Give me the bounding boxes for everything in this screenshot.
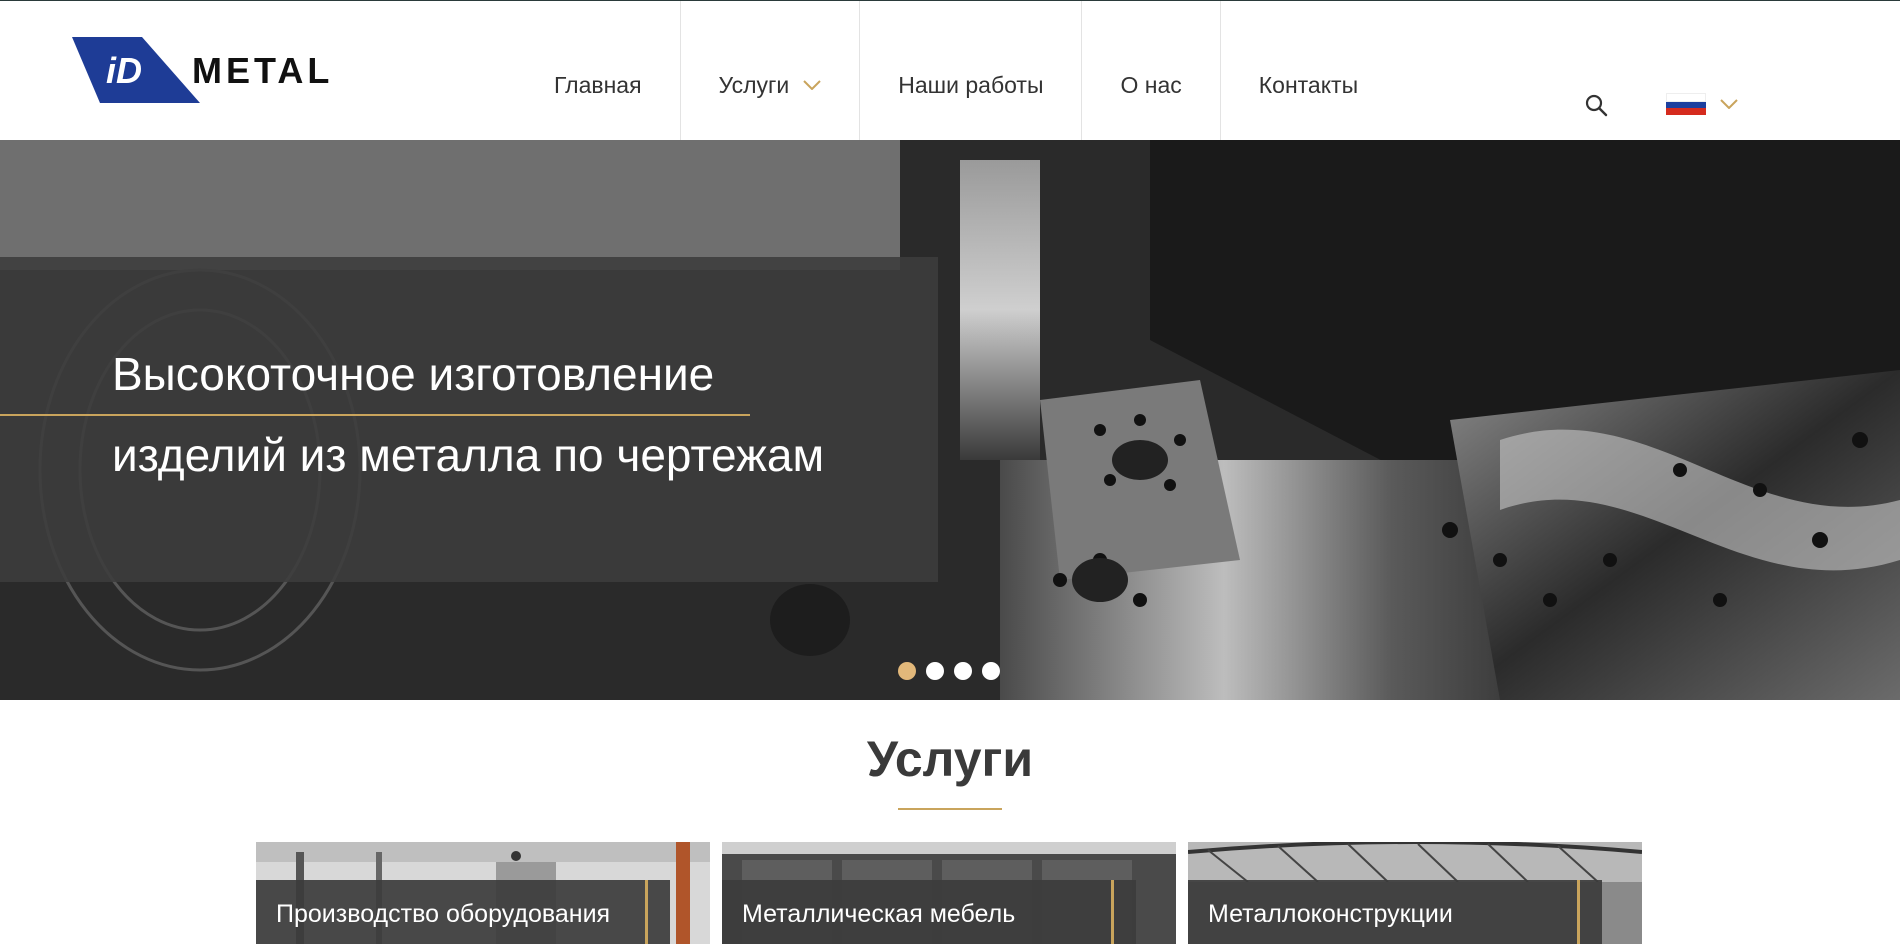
slider-dot-2[interactable] bbox=[926, 662, 944, 680]
services-cards: Производство оборудования Металлическая … bbox=[256, 842, 1642, 944]
nav-item-label: Услуги bbox=[718, 71, 790, 98]
services-heading: Услуги bbox=[866, 731, 1034, 787]
service-card-label: Производство оборудования bbox=[276, 900, 611, 928]
hero-divider bbox=[0, 414, 750, 416]
chevron-down-icon bbox=[803, 80, 821, 90]
language-selector[interactable] bbox=[1666, 93, 1738, 116]
main-nav: Главная Услуги Наши работы О нас Контакт… bbox=[516, 1, 1396, 141]
service-card-label: Металлическая мебель bbox=[742, 900, 1016, 928]
hero-title-line-1: Высокоточное изготовление bbox=[112, 348, 715, 400]
services-heading-underline bbox=[898, 808, 1002, 810]
svg-text:iD: iD bbox=[106, 50, 142, 91]
service-card-caption: Металлическая мебель bbox=[722, 880, 1136, 944]
svg-text:METAL: METAL bbox=[192, 50, 333, 91]
nav-item-label: Наши работы bbox=[898, 71, 1044, 98]
service-card-caption: Производство оборудования bbox=[256, 880, 670, 944]
slider-pagination bbox=[898, 662, 1000, 680]
service-card-equipment[interactable]: Производство оборудования bbox=[256, 842, 710, 944]
search-icon[interactable] bbox=[1584, 93, 1608, 117]
idmetal-logo[interactable]: iD METAL bbox=[72, 37, 412, 107]
nav-item-services[interactable]: Услуги bbox=[681, 1, 861, 141]
nav-item-label: Главная bbox=[554, 71, 642, 98]
flag-russia-icon bbox=[1666, 93, 1706, 116]
nav-item-label: О нас bbox=[1120, 71, 1182, 98]
nav-item-works[interactable]: Наши работы bbox=[860, 1, 1083, 141]
nav-item-home[interactable]: Главная bbox=[516, 1, 681, 141]
site-header: iD METAL Главная Услуги Наши работы О на… bbox=[0, 0, 1900, 141]
caption-accent-bar bbox=[1577, 880, 1580, 944]
slider-dot-3[interactable] bbox=[954, 662, 972, 680]
service-card-metal-structures[interactable]: Металлоконструкции bbox=[1188, 842, 1642, 944]
service-card-furniture[interactable]: Металлическая мебель bbox=[722, 842, 1176, 944]
caption-accent-bar bbox=[645, 880, 648, 944]
nav-item-contacts[interactable]: Контакты bbox=[1221, 1, 1396, 141]
slider-dot-4[interactable] bbox=[982, 662, 1000, 680]
nav-item-about[interactable]: О нас bbox=[1082, 1, 1221, 141]
service-card-label: Металлоконструкции bbox=[1208, 900, 1453, 928]
caption-accent-bar bbox=[1111, 880, 1114, 944]
service-card-caption: Металлоконструкции bbox=[1188, 880, 1602, 944]
hero-slider: Высокоточное изготовление изделий из мет… bbox=[0, 140, 1900, 700]
slider-dot-1[interactable] bbox=[898, 662, 916, 680]
nav-item-label: Контакты bbox=[1258, 71, 1359, 98]
hero-caption-panel bbox=[0, 257, 938, 582]
hero-title-line-2: изделий из металла по чертежам bbox=[112, 429, 825, 481]
chevron-down-icon bbox=[1720, 99, 1738, 109]
